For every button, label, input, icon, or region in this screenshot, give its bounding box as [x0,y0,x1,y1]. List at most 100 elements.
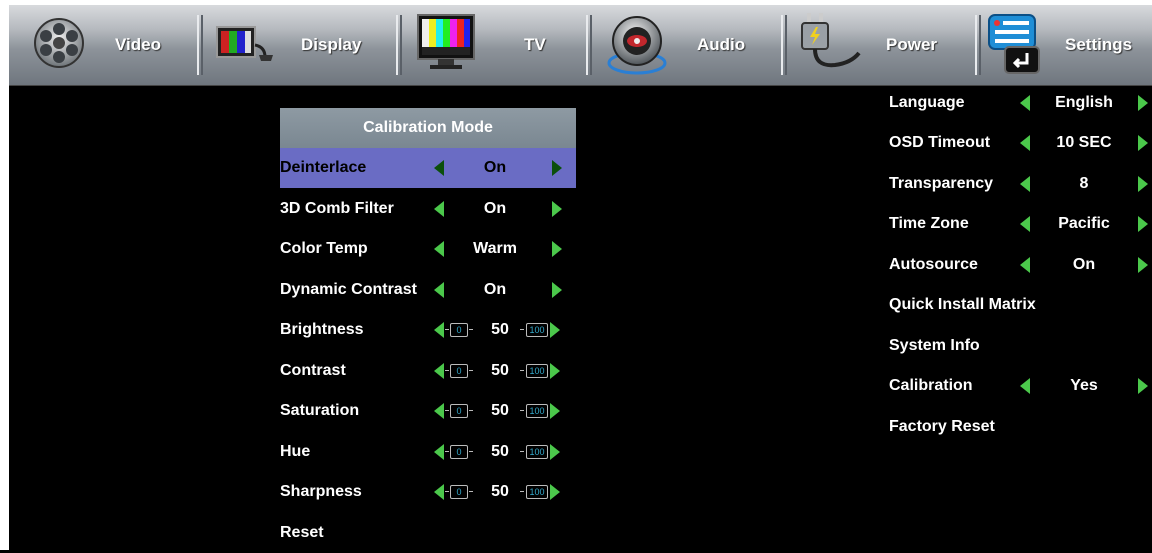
right-arrow-icon[interactable] [550,403,560,419]
max-value-box: 100 [526,323,548,337]
row-label: Transparency [889,175,994,192]
right-arrow-icon[interactable] [1138,176,1148,192]
row-label: Quick Install Matrix [889,296,1036,313]
calibration-row-deinterlace[interactable]: Deinterlace On [280,148,576,188]
tab-power[interactable]: Power [789,5,971,85]
left-arrow-icon[interactable] [434,282,444,298]
row-value: 50 [491,483,509,500]
tab-settings[interactable]: Settings [983,5,1152,85]
left-arrow-icon[interactable] [1020,257,1030,273]
settings-row-osd-timeout[interactable]: OSD Timeout 10 SEC [880,123,1152,163]
panel-title: Calibration Mode [280,108,576,148]
calibration-row-contrast[interactable]: Contrast 0 50 100 [280,351,576,391]
row-value: 10 SEC [1056,134,1112,151]
left-arrow-icon[interactable] [434,363,444,379]
left-arrow-icon[interactable] [434,241,444,257]
row-label: 3D Comb Filter [280,200,394,217]
menu-divider [197,15,203,75]
right-arrow-icon[interactable] [1138,135,1148,151]
left-arrow-icon[interactable] [434,201,444,217]
dash [445,329,449,330]
tab-display-label: Display [301,35,362,54]
right-arrow-icon[interactable] [552,241,562,257]
dash [445,451,449,452]
row-value: 50 [491,443,509,460]
row-label: Hue [280,443,311,460]
right-arrow-icon[interactable] [550,363,560,379]
right-arrow-icon[interactable] [552,282,562,298]
row-value: Pacific [1058,215,1110,232]
dash [445,370,449,371]
row-label: Brightness [280,321,364,338]
calibration-row-3d-comb-filter[interactable]: 3D Comb Filter On [280,189,576,229]
settings-row-time-zone[interactable]: Time Zone Pacific [880,204,1152,244]
left-arrow-icon[interactable] [1020,216,1030,232]
calibration-row-sharpness[interactable]: Sharpness 0 50 100 [280,472,576,512]
dash [469,370,473,371]
right-arrow-icon[interactable] [552,160,562,176]
settings-row-quick-install-matrix[interactable]: Quick Install Matrix [880,285,1152,325]
settings-row-system-info[interactable]: System Info [880,326,1152,366]
dash [520,329,524,330]
row-label: Reset [280,524,324,541]
settings-row-calibration[interactable]: Calibration Yes [880,366,1152,406]
dash [520,410,524,411]
left-arrow-icon[interactable] [434,444,444,460]
right-arrow-icon[interactable] [1138,216,1148,232]
left-arrow-icon[interactable] [434,403,444,419]
dash [445,410,449,411]
tv-color-bars-icon [416,13,476,78]
tab-video[interactable]: Video [9,5,194,85]
monitor-display-icon [215,25,275,70]
max-value-box: 100 [526,404,548,418]
calibration-row-reset[interactable]: Reset [280,513,576,553]
tab-tv-label: TV [524,35,546,54]
calibration-row-brightness[interactable]: Brightness 0 50 100 [280,310,576,350]
left-arrow-icon[interactable] [1020,135,1030,151]
row-label: Dynamic Contrast [280,281,417,298]
left-arrow-icon[interactable] [434,484,444,500]
settings-row-autosource[interactable]: Autosource On [880,245,1152,285]
row-value: 50 [491,402,509,419]
settings-row-factory-reset[interactable]: Factory Reset [880,407,1152,447]
calibration-row-color-temp[interactable]: Color Temp Warm [280,229,576,269]
settings-row-language[interactable]: Language English [880,83,1152,123]
row-label: OSD Timeout [889,134,991,151]
tab-audio[interactable]: Audio [594,5,780,85]
left-arrow-icon[interactable] [1020,95,1030,111]
row-label: Color Temp [280,240,368,257]
left-arrow-icon[interactable] [434,160,444,176]
tab-display[interactable]: Display [205,5,397,85]
left-arrow-icon[interactable] [434,322,444,338]
dash [445,491,449,492]
dash [520,491,524,492]
calibration-row-dynamic-contrast[interactable]: Dynamic Contrast On [280,270,576,310]
right-arrow-icon[interactable] [550,484,560,500]
tab-tv[interactable]: TV [404,5,584,85]
left-arrow-icon[interactable] [1020,176,1030,192]
settings-list-icon [987,13,1043,80]
right-arrow-icon[interactable] [1138,378,1148,394]
right-arrow-icon[interactable] [550,322,560,338]
row-label: Language [889,94,965,111]
min-value-box: 0 [450,445,468,459]
dash [469,491,473,492]
tab-settings-label: Settings [1065,35,1133,54]
menu-divider [586,15,592,75]
dash [469,329,473,330]
calibration-row-hue[interactable]: Hue 0 50 100 [280,432,576,472]
right-arrow-icon[interactable] [1138,257,1148,273]
min-value-box: 0 [450,323,468,337]
right-arrow-icon[interactable] [1138,95,1148,111]
left-arrow-icon[interactable] [1020,378,1030,394]
row-label: Factory Reset [889,418,995,435]
settings-row-transparency[interactable]: Transparency 8 [880,164,1152,204]
calibration-row-saturation[interactable]: Saturation 0 50 100 [280,391,576,431]
min-value-box: 0 [450,364,468,378]
row-label: Deinterlace [280,159,367,176]
menu-divider [975,15,981,75]
right-arrow-icon[interactable] [550,444,560,460]
dash [520,370,524,371]
right-arrow-icon[interactable] [552,201,562,217]
tab-audio-label: Audio [697,35,746,54]
